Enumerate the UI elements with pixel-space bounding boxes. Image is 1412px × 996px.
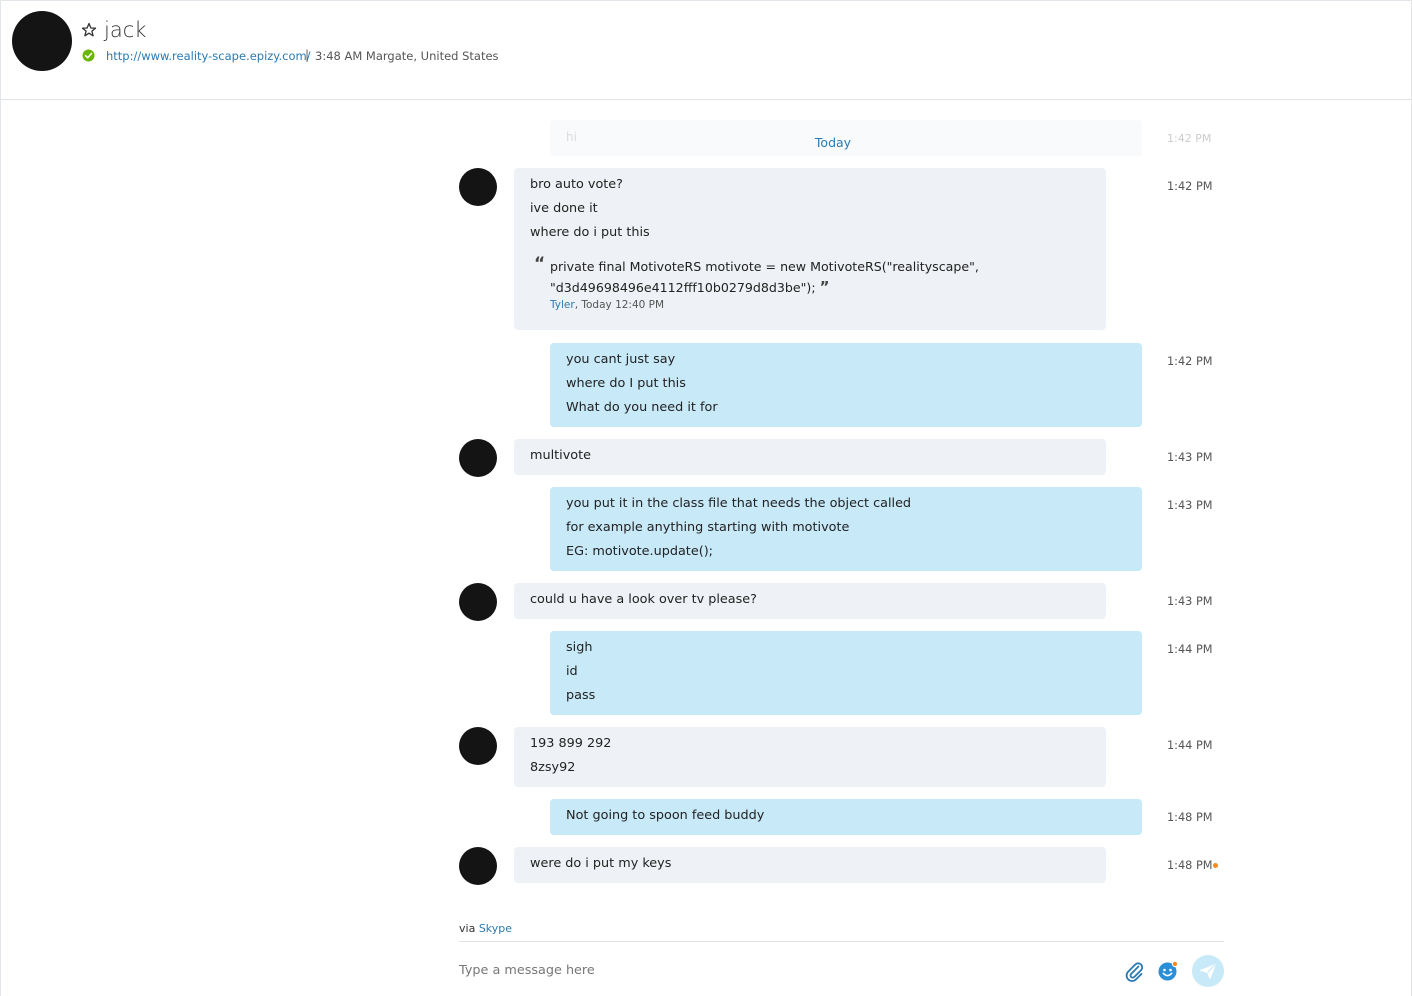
message-input[interactable] bbox=[459, 960, 1099, 980]
message-line: multivote bbox=[530, 448, 591, 463]
day-divider: Today bbox=[814, 135, 852, 150]
sender-avatar[interactable] bbox=[459, 168, 497, 206]
message-time: 1:44 PM bbox=[1167, 739, 1213, 752]
message-line: id bbox=[566, 664, 578, 679]
message-line: where do i put this bbox=[530, 225, 650, 240]
message-line: ive done it bbox=[530, 201, 598, 216]
message-time: 1:48 PM bbox=[1167, 859, 1213, 872]
skype-window: jack http://www.reality-scape.epizy.com/… bbox=[0, 0, 1412, 996]
contact-local-time: 3:48 AM Margate, United States bbox=[315, 49, 499, 63]
quote-line: private final MotivoteRS motivote = new … bbox=[550, 259, 979, 274]
quote-close-icon: ” bbox=[819, 278, 830, 296]
message-line: What do you need it for bbox=[566, 400, 718, 415]
message-bubble-incoming[interactable]: bro auto vote? ive done it where do i pu… bbox=[514, 168, 1106, 330]
message-bubble-outgoing[interactable]: Not going to spoon feed buddy bbox=[550, 799, 1142, 835]
message-line: could u have a look over tv please? bbox=[530, 592, 757, 607]
message-line: where do I put this bbox=[566, 376, 686, 391]
message-line: 8zsy92 bbox=[530, 760, 576, 775]
message-bubble-incoming[interactable]: were do i put my keys bbox=[514, 847, 1106, 883]
conversation-header: jack http://www.reality-scape.epizy.com/… bbox=[0, 0, 1412, 100]
message-bubble-outgoing[interactable]: you put it in the class file that needs … bbox=[550, 487, 1142, 571]
quote-meta: Tyler, Today 12:40 PM bbox=[550, 299, 1090, 311]
sender-avatar[interactable] bbox=[459, 439, 497, 477]
contact-name[interactable]: jack bbox=[104, 18, 146, 42]
message-bubble-incoming[interactable]: multivote bbox=[514, 439, 1106, 475]
sender-avatar[interactable] bbox=[459, 727, 497, 765]
message-time: 1:48 PM bbox=[1167, 811, 1213, 824]
message-line: you put it in the class file that needs … bbox=[566, 496, 912, 511]
unread-indicator-dot bbox=[1213, 863, 1218, 868]
message-time: 1:42 PM bbox=[1167, 180, 1213, 193]
sender-avatar[interactable] bbox=[459, 583, 497, 621]
message-line: sigh bbox=[566, 640, 593, 655]
message-time: 1:43 PM bbox=[1167, 451, 1213, 464]
message-time: 1:44 PM bbox=[1167, 643, 1213, 656]
message-line: Not going to spoon feed buddy bbox=[566, 808, 765, 823]
message-line: bro auto vote? bbox=[530, 177, 623, 192]
quote-open-icon: “ bbox=[534, 254, 546, 274]
message-bubble-outgoing[interactable]: you cant just say where do I put this Wh… bbox=[550, 343, 1142, 427]
faded-message-time: 1:42 PM bbox=[1167, 132, 1212, 145]
header-separator: | bbox=[305, 48, 310, 62]
contact-avatar[interactable] bbox=[12, 11, 72, 71]
message-line: pass bbox=[566, 688, 596, 703]
paperclip-icon[interactable] bbox=[1124, 960, 1144, 982]
message-line: for example anything starting with motiv… bbox=[566, 520, 850, 535]
via-service-label: via Skype bbox=[459, 922, 512, 935]
message-line: EG: motivote.update(); bbox=[566, 544, 713, 559]
quote-author-link[interactable]: Tyler bbox=[550, 299, 575, 311]
quoted-message: “ private final MotivoteRS motivote = ne… bbox=[530, 254, 1090, 311]
faded-message-text: hi bbox=[566, 130, 577, 144]
message-time: 1:43 PM bbox=[1167, 499, 1213, 512]
message-line: you cant just say bbox=[566, 352, 676, 367]
mood-link[interactable]: http://www.reality-scape.epizy.com/ bbox=[106, 49, 311, 63]
message-time: 1:42 PM bbox=[1167, 355, 1213, 368]
quote-timestamp: , Today 12:40 PM bbox=[574, 299, 665, 311]
emoji-icon[interactable] bbox=[1157, 960, 1179, 982]
message-time: 1:43 PM bbox=[1167, 595, 1213, 608]
presence-online-icon bbox=[82, 49, 95, 62]
message-bubble-incoming[interactable]: 193 899 292 8zsy92 bbox=[514, 727, 1106, 787]
composer-divider bbox=[459, 941, 1224, 942]
sender-avatar[interactable] bbox=[459, 847, 497, 885]
favorite-star-icon[interactable] bbox=[81, 22, 97, 38]
via-prefix: via bbox=[459, 922, 479, 935]
message-line: were do i put my keys bbox=[530, 856, 672, 871]
message-bubble-incoming[interactable]: could u have a look over tv please? bbox=[514, 583, 1106, 619]
send-arrow-icon bbox=[1200, 964, 1216, 979]
quote-line-text: "d3d49698496e4112fff10b0279d8d3be"); bbox=[550, 280, 816, 295]
send-button[interactable] bbox=[1192, 955, 1224, 987]
message-bubble-outgoing[interactable]: sigh id pass bbox=[550, 631, 1142, 715]
via-service-link[interactable]: Skype bbox=[479, 922, 512, 935]
quote-line: "d3d49698496e4112fff10b0279d8d3be");” bbox=[550, 277, 1090, 298]
message-line: 193 899 292 bbox=[530, 736, 612, 751]
window-left-border bbox=[0, 0, 1, 996]
